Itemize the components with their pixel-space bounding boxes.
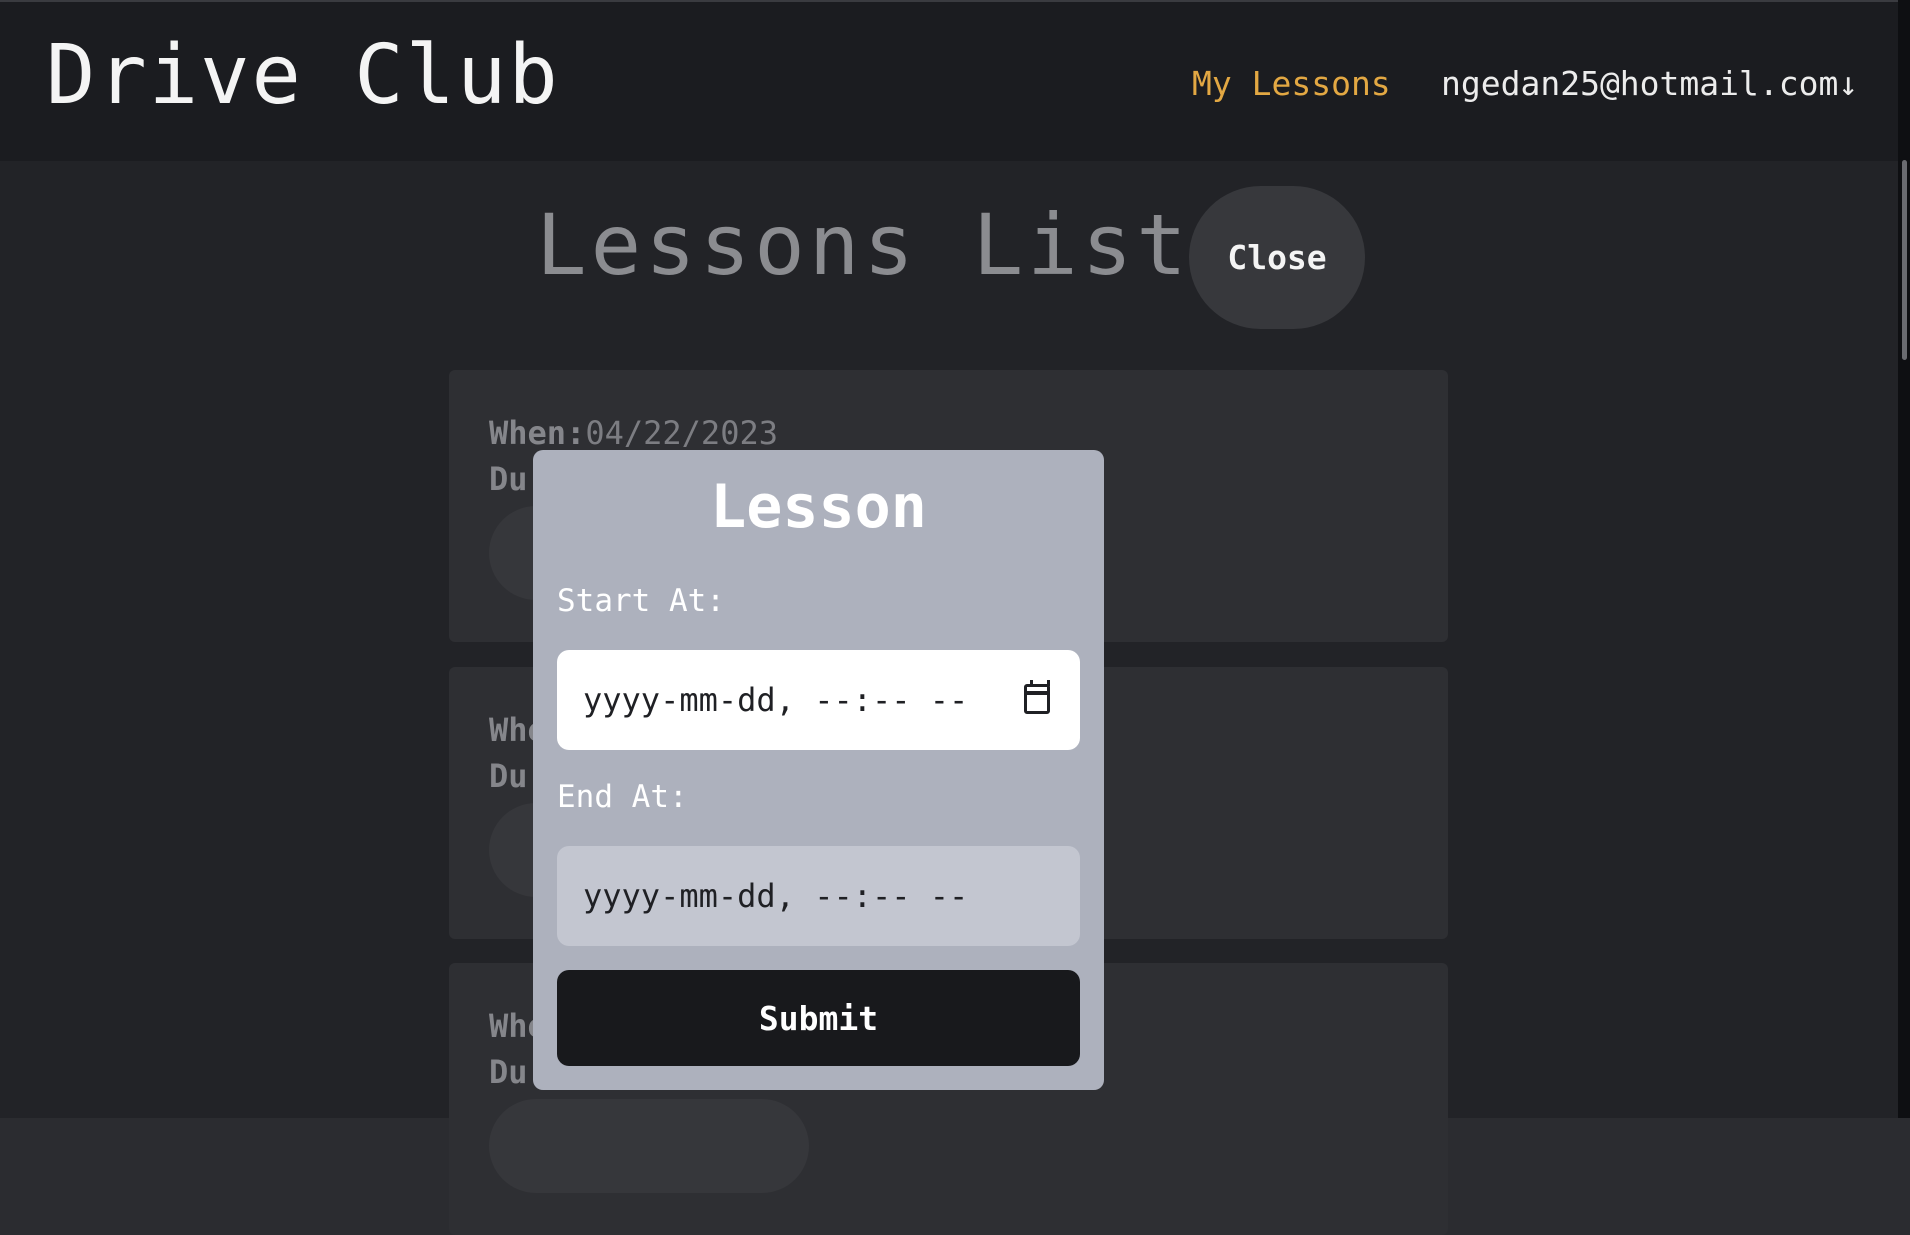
close-button[interactable]: Close xyxy=(1189,186,1365,329)
user-menu[interactable]: ngedan25@hotmail.com↓ xyxy=(1441,64,1858,103)
calendar-icon[interactable] xyxy=(1024,680,1050,714)
start-at-placeholder: yyyy-mm-dd, --:-- -- xyxy=(583,681,969,719)
top-navbar: Drive Club My Lessons ngedan25@hotmail.c… xyxy=(0,0,1898,161)
end-at-placeholder: yyyy-mm-dd, --:-- -- xyxy=(583,877,969,915)
start-at-input[interactable]: yyyy-mm-dd, --:-- -- xyxy=(557,650,1080,750)
lesson-when: When:04/22/2023 xyxy=(489,414,778,452)
nav-link-my-lessons[interactable]: My Lessons xyxy=(1192,64,1391,103)
user-email: ngedan25@hotmail.com xyxy=(1441,64,1839,103)
scrollbar-thumb[interactable] xyxy=(1902,160,1907,360)
lesson-action-button[interactable] xyxy=(489,1099,809,1193)
chevron-down-icon: ↓ xyxy=(1838,64,1859,103)
end-at-label: End At: xyxy=(557,779,688,815)
modal-title: Lesson xyxy=(710,472,927,542)
page-title: Lessons List xyxy=(536,196,1191,294)
brand-logo-text[interactable]: Drive Club xyxy=(46,28,560,123)
lesson-duration: Du xyxy=(489,757,528,795)
end-at-input[interactable]: yyyy-mm-dd, --:-- -- xyxy=(557,846,1080,946)
lesson-modal: Lesson Start At: yyyy-mm-dd, --:-- -- En… xyxy=(533,450,1104,1090)
start-at-label: Start At: xyxy=(557,583,725,619)
lesson-duration: Du xyxy=(489,460,528,498)
lesson-duration: Du xyxy=(489,1053,528,1091)
submit-button[interactable]: Submit xyxy=(557,970,1080,1066)
